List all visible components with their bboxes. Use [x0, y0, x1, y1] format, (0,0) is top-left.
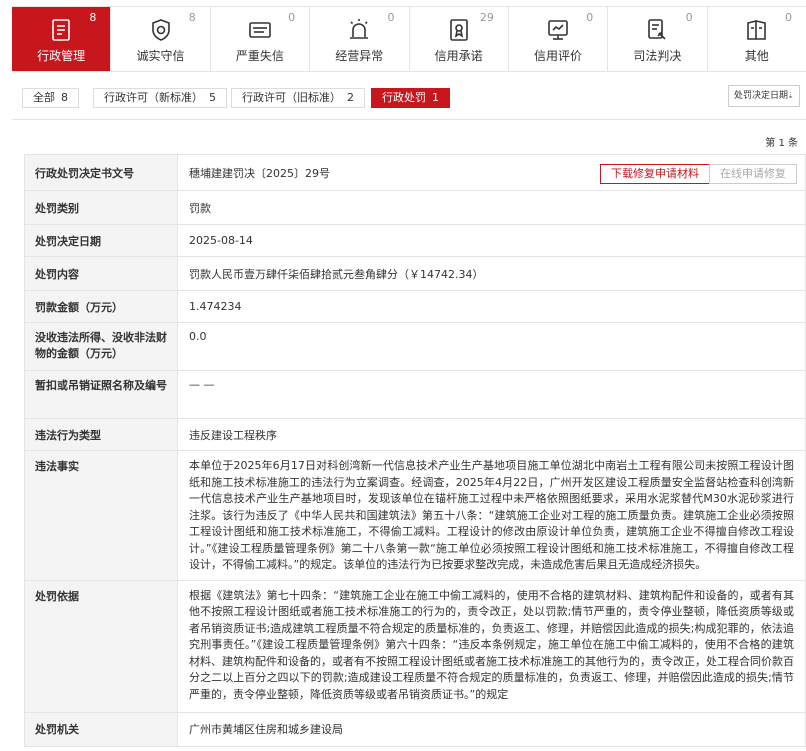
filter-all[interactable]: 全部 8 [22, 88, 79, 108]
online-repair-button[interactable]: 在线申请修复 [709, 164, 797, 184]
filter-penalty[interactable]: 行政处罚 1 [371, 88, 450, 108]
row-key: 暂扣或吊销证照名称及编号 [24, 370, 178, 419]
sort-label: 处罚决定日期 [734, 91, 789, 101]
row-key: 行政处罚决定书文号 [24, 154, 178, 191]
row-value-cell: 本单位于2025年6月17日对科创湾新一代信息技术产业生产基地项目施工单位湖北中… [177, 450, 806, 581]
tab-honesty[interactable]: 诚实守信 8 [111, 7, 211, 71]
tab-count: 0 [387, 11, 395, 24]
tab-count: 0 [586, 11, 594, 24]
decision-number: 穗埔建建罚决〔2025〕29号 [189, 166, 330, 180]
row-key: 处罚决定日期 [24, 224, 178, 257]
table-row: 处罚内容 罚款人民币壹万肆仟柒佰肆拾贰元叁角肆分（￥14742.34） [24, 256, 806, 291]
tab-label: 行政管理 [37, 49, 86, 63]
certificate-icon [449, 19, 468, 41]
tab-credit-evaluation[interactable]: 信用评价 0 [508, 7, 609, 71]
sort-caret-icon: ⇣ [787, 91, 794, 100]
tab-count: 0 [685, 11, 693, 24]
category-tabs: 行政管理 8 诚实守信 8 严重失信 0 经营异常 0 信用承诺 29 信用评价… [12, 6, 806, 72]
tab-administrative-management[interactable]: 行政管理 8 [12, 7, 112, 71]
row-key: 罚款金额（万元） [24, 290, 178, 323]
penalty-basis-text: 根据《建筑法》第七十四条：“建筑施工企业在施工中偷工减料的，使用不合格的建筑材料… [189, 588, 794, 701]
table-row: 违法事实 本单位于2025年6月17日对科创湾新一代信息技术产业生产基地项目施工… [24, 450, 806, 581]
row-value-cell: 根据《建筑法》第七十四条：“建筑施工企业在施工中偷工减料的，使用不合格的建筑材料… [177, 579, 806, 713]
table-row: 违法行为类型 违反建设工程秩序 [24, 418, 806, 451]
row-value: 0.0 [177, 322, 806, 371]
judgment-icon [648, 19, 667, 40]
book-icon [747, 19, 766, 40]
row-value: 违反建设工程秩序 [177, 418, 806, 451]
tab-label: 严重失信 [235, 49, 284, 63]
tab-count: 0 [288, 11, 296, 24]
table-row: 处罚决定日期 2025-08-14 [24, 224, 806, 257]
row-key: 处罚机关 [24, 711, 178, 747]
tab-judicial-judgment[interactable]: 司法判决 0 [608, 7, 708, 71]
tab-label: 司法判决 [633, 49, 682, 63]
table-row: 处罚机关 广州市黄埔区住房和城乡建设局 [24, 711, 806, 747]
table-row: 暂扣或吊销证照名称及编号 — — [24, 370, 806, 419]
row-value: 广州市黄埔区住房和城乡建设局 [177, 711, 806, 747]
tab-abnormal-operation[interactable]: 经营异常 0 [310, 7, 410, 71]
table-row: 处罚类别 罚款 [24, 190, 806, 225]
tab-label: 经营异常 [335, 49, 384, 63]
download-repair-materials-button[interactable]: 下载修复申请材料 [600, 164, 710, 184]
table-row: 没收违法所得、没收非法财物的金额（万元） 0.0 [24, 322, 806, 371]
page-indicator: 第 1 条 [765, 138, 798, 149]
penalty-detail-table: 行政处罚决定书文号 穗埔建建罚决〔2025〕29号 下载修复申请材料 在线申请修… [24, 154, 806, 747]
shield-icon [151, 19, 170, 41]
row-key: 违法事实 [24, 450, 178, 581]
tab-other[interactable]: 其他 0 [707, 7, 806, 71]
row-key: 没收违法所得、没收非法财物的金额（万元） [24, 322, 178, 371]
table-row: 罚款金额（万元） 1.474234 [24, 290, 806, 323]
tab-count: 8 [188, 11, 196, 24]
tab-label: 诚实守信 [136, 49, 185, 63]
tab-label: 其他 [744, 49, 769, 63]
filter-bar: 全部 8 行政许可（新标准） 5 行政许可（旧标准） 2 行政处罚 1 处罚决定日期 ⇣ [12, 72, 806, 120]
row-value: 罚款人民币壹万肆仟柒佰肆拾贰元叁角肆分（￥14742.34） [177, 256, 806, 291]
row-value: 1.474234 [177, 290, 806, 323]
filter-license-new[interactable]: 行政许可（新标准） 5 [93, 88, 227, 108]
sort-select[interactable]: 处罚决定日期 ⇣ [728, 85, 800, 107]
row-value: 2025-08-14 [177, 224, 806, 257]
tab-serious-dishonesty[interactable]: 严重失信 0 [210, 7, 311, 71]
row-key: 处罚依据 [24, 579, 178, 713]
row-value-cell: 穗埔建建罚决〔2025〕29号 下载修复申请材料 在线申请修复 [177, 154, 806, 191]
row-key: 处罚类别 [24, 190, 178, 225]
tab-label: 信用评价 [534, 49, 583, 63]
tab-count: 29 [479, 11, 494, 24]
row-value: 罚款 [177, 190, 806, 225]
rating-icon [548, 20, 568, 40]
ticket-icon [249, 22, 271, 38]
table-row: 行政处罚决定书文号 穗埔建建罚决〔2025〕29号 下载修复申请材料 在线申请修… [24, 154, 806, 191]
tab-label: 信用承诺 [434, 49, 483, 63]
violation-facts-text: 本单位于2025年6月17日对科创湾新一代信息技术产业生产基地项目施工单位湖北中… [189, 459, 794, 571]
row-value: — — [177, 370, 806, 419]
row-key: 处罚内容 [24, 256, 178, 291]
filter-license-old[interactable]: 行政许可（旧标准） 2 [231, 88, 365, 108]
row-key: 违法行为类型 [24, 418, 178, 451]
document-icon [52, 19, 70, 41]
alarm-icon [350, 19, 369, 39]
tab-count: 8 [89, 11, 97, 24]
tab-count: 0 [785, 11, 792, 24]
tab-credit-commitment[interactable]: 信用承诺 29 [409, 7, 509, 71]
table-row: 处罚依据 根据《建筑法》第七十四条：“建筑施工企业在施工中偷工减料的，使用不合格… [24, 579, 806, 713]
